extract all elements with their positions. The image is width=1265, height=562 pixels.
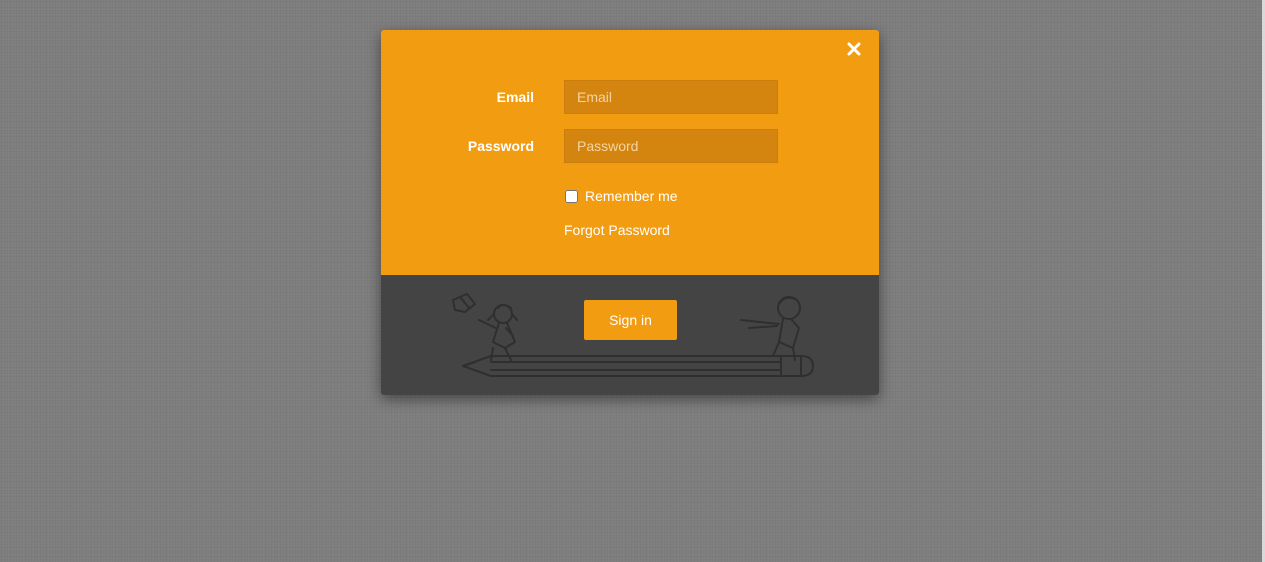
login-footer: Sign in xyxy=(381,275,879,395)
email-label: Email xyxy=(496,89,534,105)
password-label: Password xyxy=(467,138,534,154)
login-form-panel: Email Password Remember me Forgot Passwo… xyxy=(381,30,879,275)
email-field[interactable] xyxy=(564,80,778,114)
close-button[interactable] xyxy=(843,38,865,60)
forgot-password-link[interactable]: Forgot Password xyxy=(564,221,670,239)
password-field[interactable] xyxy=(564,129,778,163)
sign-in-button[interactable]: Sign in xyxy=(584,300,677,340)
remember-me-label[interactable]: Remember me xyxy=(585,187,678,205)
login-modal: Email Password Remember me Forgot Passwo… xyxy=(381,30,879,395)
remember-me-checkbox[interactable] xyxy=(565,189,578,203)
remember-me-row: Remember me xyxy=(565,187,678,205)
close-icon xyxy=(847,42,861,56)
